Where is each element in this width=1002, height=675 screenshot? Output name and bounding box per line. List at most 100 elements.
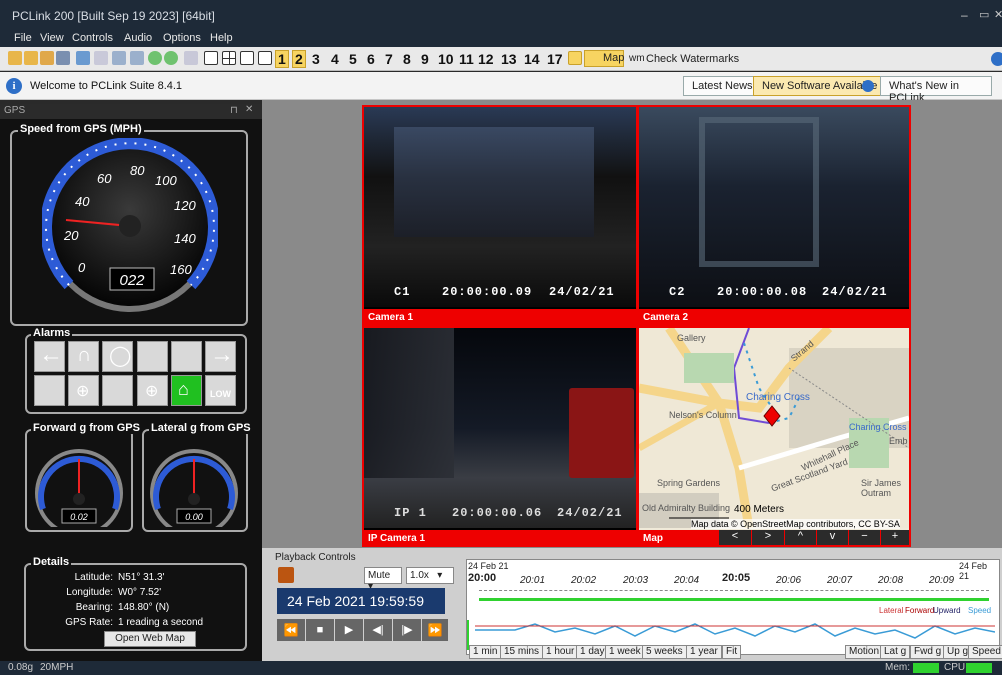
latest-news-button[interactable]: Latest News — [683, 76, 762, 96]
map-label: Map — [603, 52, 625, 64]
export-icon[interactable] — [130, 51, 144, 65]
uturn-icon: ∩ — [77, 344, 92, 366]
layout-grid16-icon[interactable] — [258, 51, 272, 65]
info-icon: i — [6, 78, 22, 94]
layout-quad-icon[interactable] — [222, 51, 236, 65]
camera-1-date: 24/02/21 — [549, 285, 615, 299]
camera-1-label: Camera 1 — [364, 309, 636, 324]
camera-2-id: C2 — [669, 285, 686, 299]
forward-g-readout: 0.02 — [70, 512, 88, 522]
layout-grid-icon[interactable] — [240, 51, 254, 65]
check-watermarks-button[interactable]: Check Watermarks — [646, 53, 739, 65]
open-folder-icon[interactable] — [8, 51, 22, 65]
speed-select-value: 1.0x — [410, 570, 429, 581]
cycle-icon[interactable] — [568, 51, 582, 65]
camera-5-button[interactable]: 5 — [349, 51, 357, 67]
range-tab-1-min[interactable]: 1 min — [469, 645, 502, 659]
range-tab-15-mins[interactable]: 15 mins — [500, 645, 544, 659]
low-fuel-icon: LOW — [210, 389, 231, 399]
camera-14-button[interactable]: 14 — [524, 51, 540, 67]
range-tab-5-weeks[interactable]: 5 weeks — [642, 645, 687, 659]
menu-options[interactable]: Options — [163, 32, 201, 44]
download-icon — [862, 80, 874, 92]
metric-tab-fwd-g[interactable]: Fwd g — [910, 645, 946, 659]
range-tab-1-day[interactable]: 1 day — [576, 645, 609, 659]
metric-tab-lat-g[interactable]: Lat g — [880, 645, 911, 659]
camera-11-button[interactable]: 11 — [459, 51, 474, 67]
camera-8-button[interactable]: 8 — [403, 51, 411, 67]
fast-forward-button[interactable]: ⏩ — [422, 619, 448, 641]
map-pan-up-button[interactable]: ^ — [785, 530, 816, 545]
mute-select[interactable]: Mute ▾ — [364, 567, 402, 592]
camera-2-button[interactable]: 2 — [292, 50, 306, 68]
speaker-icon[interactable] — [278, 567, 294, 583]
menu-help[interactable]: Help — [210, 32, 233, 44]
drive-icon[interactable] — [56, 51, 70, 65]
camera-10-button[interactable]: 10 — [438, 51, 454, 67]
camera-1-view[interactable]: C1 20:00:00.09 24/02/21 Camera 1 — [362, 105, 638, 326]
status-speed: 20MPH — [40, 662, 74, 673]
document-icon[interactable] — [76, 51, 90, 65]
speed-tick-120: 120 — [174, 198, 196, 213]
range-tab-1-year[interactable]: 1 year — [686, 645, 722, 659]
alarm-left-indicator: ← — [34, 341, 65, 372]
map-pan-down-button[interactable]: v — [817, 530, 848, 545]
range-tab-1-week[interactable]: 1 week — [605, 645, 645, 659]
camera-4-button[interactable]: 4 — [331, 51, 339, 67]
camera-12-button[interactable]: 12 — [478, 51, 494, 67]
next-icon[interactable] — [164, 51, 178, 65]
open-web-map-button[interactable]: Open Web Map — [104, 631, 196, 647]
map-view[interactable]: Charing Cross Nelson's Column Strand Spr… — [637, 326, 911, 547]
ip-camera-1-view[interactable]: IP 1 20:00:00.06 24/02/21 IP Camera 1 — [362, 326, 638, 547]
camera-2-time: 20:00:00.08 — [717, 285, 808, 299]
map-pan-right-button[interactable]: > — [752, 530, 784, 545]
open-folder-icon[interactable] — [24, 51, 38, 65]
whats-new-button[interactable]: What's New in PCLink — [880, 76, 992, 104]
speed-title: Speed from GPS (MPH) — [18, 123, 144, 135]
cpu-meter — [966, 663, 992, 673]
maximize-button[interactable]: ▭ — [979, 8, 989, 21]
timeline[interactable]: 24 Feb 21 24 Feb 21 20:00 20:01 20:02 20… — [466, 559, 1000, 655]
print-icon[interactable] — [184, 51, 198, 65]
menu-view[interactable]: View — [40, 32, 64, 44]
pin-icon[interactable]: ⊓ — [230, 105, 238, 116]
camera-17-button[interactable]: 17 — [547, 51, 563, 67]
help-icon[interactable] — [991, 52, 1002, 66]
menu-controls[interactable]: Controls — [72, 32, 113, 44]
speed-select[interactable]: 1.0x ▾ — [406, 567, 454, 584]
minimize-button[interactable]: – — [961, 8, 968, 22]
stop-button[interactable]: ■ — [306, 619, 334, 641]
range-tab-1-hour[interactable]: 1 hour — [542, 645, 579, 659]
close-panel-icon[interactable]: ✕ — [245, 104, 253, 115]
alarm-slot-4 — [137, 341, 168, 372]
export-icon[interactable] — [112, 51, 126, 65]
camera-9-button[interactable]: 9 — [421, 51, 429, 67]
play-button[interactable]: ▶ — [335, 619, 363, 641]
metric-tab-motion[interactable]: Motion — [845, 645, 884, 659]
camera-13-button[interactable]: 13 — [501, 51, 517, 67]
copy-icon[interactable] — [94, 51, 108, 65]
map-zoom-in-button[interactable]: + — [881, 530, 909, 545]
menu-file[interactable]: File — [14, 32, 32, 44]
range-tab-fit[interactable]: Fit — [722, 645, 742, 659]
rewind-button[interactable]: ⏪ — [277, 619, 305, 641]
step-forward-button[interactable]: |▶ — [393, 619, 421, 641]
camera-7-button[interactable]: 7 — [385, 51, 393, 67]
map-label-old-admiralty: Old Admiralty Building — [642, 503, 731, 513]
folder-icon[interactable] — [40, 51, 54, 65]
map-pan-left-button[interactable]: < — [719, 530, 751, 545]
camera-3-button[interactable]: 3 — [312, 51, 320, 67]
next-icon[interactable] — [148, 51, 162, 65]
layout-single-icon[interactable] — [204, 51, 218, 65]
alarm-low: LOW — [205, 375, 236, 406]
menu-audio[interactable]: Audio — [124, 32, 152, 44]
camera-2-view[interactable]: C2 20:00:00.08 24/02/21 Camera 2 — [637, 105, 911, 326]
camera-1-button[interactable]: 1 — [275, 50, 289, 68]
map-zoom-out-button[interactable]: − — [849, 530, 880, 545]
metric-tab-speed[interactable]: Speed — [968, 645, 1002, 659]
cpu-label: CPU: — [944, 662, 968, 673]
close-button[interactable]: ✕ — [994, 8, 1002, 21]
alarm-right-indicator: → — [205, 341, 236, 372]
camera-6-button[interactable]: 6 — [367, 51, 375, 67]
step-back-button[interactable]: ◀| — [364, 619, 392, 641]
